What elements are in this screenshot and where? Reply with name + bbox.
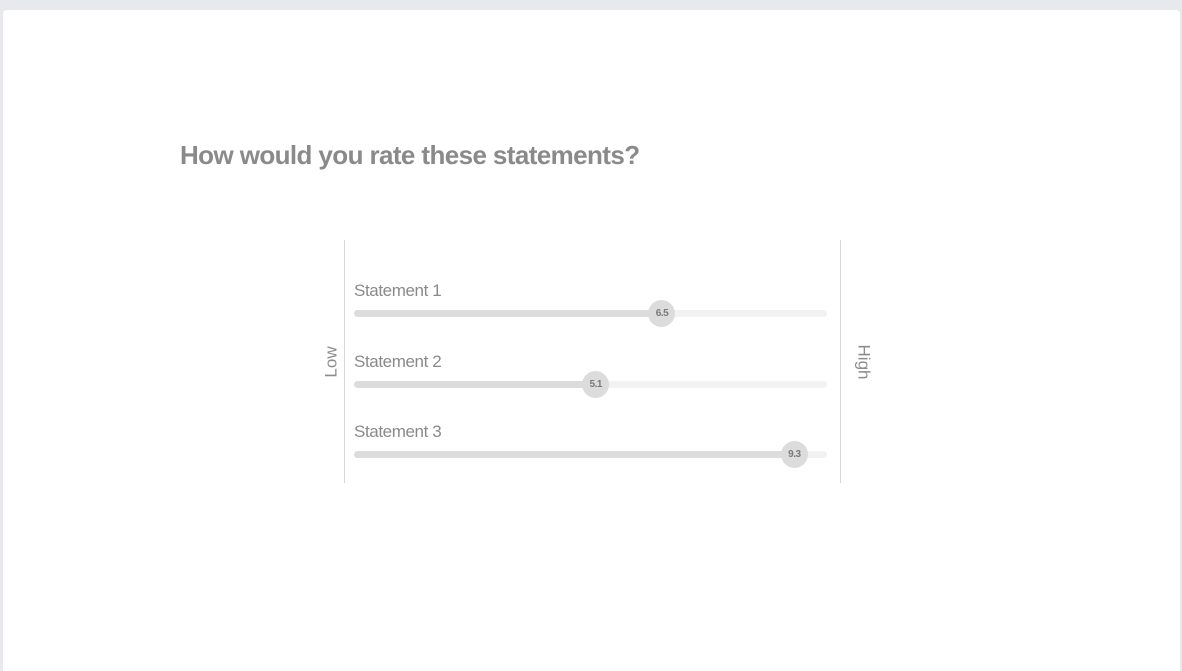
question-title: How would you rate these statements?: [180, 140, 640, 170]
slider-handle[interactable]: 5.1: [582, 371, 610, 398]
scale-right-rule: [840, 240, 841, 483]
scale-high-label: High: [854, 344, 874, 380]
slider-handle[interactable]: 9.3: [780, 441, 808, 468]
slider-fill: [354, 451, 794, 458]
statement-label: Statement 2: [354, 352, 442, 371]
statement-label: Statement 1: [354, 281, 442, 300]
survey-card: How would you rate these statements? Low…: [3, 10, 1180, 671]
slider-fill: [354, 381, 596, 388]
rating-slider-group: Low High Statement 1 6.5 Statement 2 5.1…: [322, 240, 873, 483]
scale-low-label: Low: [321, 346, 341, 378]
slider-track[interactable]: 9.3: [354, 441, 827, 468]
slider-fill: [354, 310, 662, 317]
scale-left-rule: [344, 240, 345, 483]
slider-handle[interactable]: 6.5: [648, 300, 676, 327]
statement-label: Statement 3: [354, 422, 442, 441]
slider-track[interactable]: 5.1: [354, 371, 827, 398]
slider-track[interactable]: 6.5: [354, 300, 827, 327]
